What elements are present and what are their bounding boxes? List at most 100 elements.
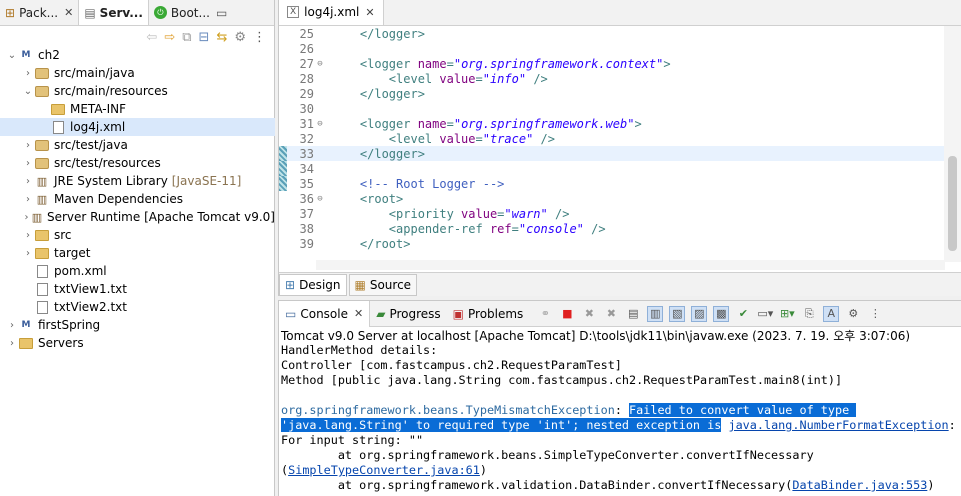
collapsed-arrow-icon[interactable]: › xyxy=(22,248,34,259)
link-editor-icon[interactable]: ⇆ xyxy=(216,30,227,45)
exception-link[interactable]: org.springframework.beans.TypeMismatchEx… xyxy=(281,403,615,417)
view-menu-icon[interactable]: ⋮ xyxy=(253,30,266,45)
console-line: Method [public java.lang.String com.fast… xyxy=(281,373,961,388)
close-icon[interactable]: ✕ xyxy=(354,307,363,320)
scroll-lock-icon[interactable]: ▥ xyxy=(647,305,664,322)
collapsed-arrow-icon[interactable]: › xyxy=(22,140,34,151)
code-token: <!-- Root Logger --> xyxy=(331,176,505,191)
code-line[interactable]: 33 </logger> xyxy=(279,146,961,161)
selected-text: Failed to convert value of type xyxy=(629,403,857,417)
tab-source[interactable]: ▦ Source xyxy=(348,273,418,296)
scroll-thumb[interactable] xyxy=(948,156,957,251)
tree-item-icon xyxy=(34,228,50,242)
tab-progress[interactable]: ▰ Progress xyxy=(370,301,446,327)
code-line[interactable]: 25 </logger> xyxy=(279,26,961,41)
collapsed-arrow-icon[interactable]: › xyxy=(22,68,34,79)
expanded-arrow-icon[interactable]: ⌄ xyxy=(22,86,34,97)
forward-icon[interactable]: ⇨ xyxy=(164,30,175,45)
editor-tab-log4j[interactable]: X log4j.xml ✕ xyxy=(279,0,384,25)
expanded-arrow-icon[interactable]: ⌄ xyxy=(6,50,18,61)
tab-design[interactable]: ⊞ Design xyxy=(279,273,347,296)
disconnect-icon[interactable]: ⚭ xyxy=(537,306,553,322)
show-on-output-icon[interactable]: ▨ xyxy=(691,305,708,322)
code-line[interactable]: 31 ⊖ <logger name="org.springframework.we… xyxy=(279,116,961,131)
up-icon[interactable]: ⧉ xyxy=(182,30,191,45)
code-line[interactable]: 37 <priority value="warn" /> xyxy=(279,206,961,221)
collapse-all-icon[interactable]: ⊟ xyxy=(199,30,210,45)
tree-item[interactable]: › src xyxy=(0,226,275,244)
collapsed-arrow-icon[interactable]: › xyxy=(6,320,18,331)
view-menu-icon[interactable]: ⋮ xyxy=(867,306,883,322)
tree-item[interactable]: log4j.xml xyxy=(0,118,275,136)
close-icon[interactable]: ✕ xyxy=(365,6,374,19)
copy-icon[interactable]: ⎘ xyxy=(801,306,817,322)
tree-item[interactable]: › target xyxy=(0,244,275,262)
tree-item[interactable]: › src/main/java xyxy=(0,64,275,82)
new-console-icon[interactable]: ⊞▾ xyxy=(779,306,795,322)
settings-icon[interactable]: ⚙ xyxy=(845,306,861,322)
code-line[interactable]: 36 ⊖ <root> xyxy=(279,191,961,206)
clear-console-icon[interactable]: ▤ xyxy=(625,306,641,322)
code-line[interactable]: 27 ⊖ <logger name="org.springframework.co… xyxy=(279,56,961,71)
collapsed-arrow-icon[interactable]: › xyxy=(6,338,18,349)
remove-all-icon[interactable]: ✖ xyxy=(603,306,619,322)
code-line[interactable]: 28 <level value="info" /> xyxy=(279,71,961,86)
close-icon[interactable]: ✕ xyxy=(64,6,73,19)
tree-item[interactable]: META-INF xyxy=(0,100,275,118)
tree-item[interactable]: txtView2.txt xyxy=(0,298,275,316)
tree-item[interactable]: › ▥ Server Runtime [Apache Tomcat v9.0] xyxy=(0,208,275,226)
show-on-error-icon[interactable]: ▩ xyxy=(713,305,730,322)
stack-link[interactable]: java.lang.NumberFormatException xyxy=(728,418,948,432)
collapsed-arrow-icon[interactable]: › xyxy=(22,230,34,241)
tree-item[interactable]: › src/test/java xyxy=(0,136,275,154)
collapsed-arrow-icon[interactable]: › xyxy=(22,158,34,169)
tree-item[interactable]: › MfirstSpring xyxy=(0,316,275,334)
collapsed-arrow-icon[interactable]: › xyxy=(22,176,34,187)
tab-servers[interactable]: ▤ Serv... xyxy=(78,0,149,25)
project-explorer-panel: ⊞ Pack... ✕ ▤ Serv... ⏻ Boot... ▭ ⇦ ⇨ ⧉ … xyxy=(0,0,275,496)
code-area[interactable]: 25 </logger> 26 27 ⊖ <logger name="org.spri… xyxy=(279,26,961,262)
tab-package-explorer[interactable]: ⊞ Pack... ✕ xyxy=(0,0,78,25)
tab-problems[interactable]: ▣ Problems xyxy=(447,301,530,327)
word-wrap-icon[interactable]: ▧ xyxy=(669,305,686,322)
terminate-icon[interactable]: ■ xyxy=(559,306,575,322)
horizontal-scrollbar[interactable] xyxy=(316,260,945,270)
code-text: <root> xyxy=(325,192,403,206)
back-icon[interactable]: ⇦ xyxy=(146,30,157,45)
code-line[interactable]: 38 <appender-ref ref="console" /> xyxy=(279,221,961,236)
link-icon[interactable]: A xyxy=(823,305,840,322)
code-line[interactable]: 34 xyxy=(279,161,961,176)
tree-item[interactable]: ⌄ src/main/resources xyxy=(0,82,275,100)
tree-item[interactable]: › ▥ JRE System Library [JavaSE-11] xyxy=(0,172,275,190)
tab-boot-dashboard[interactable]: ⏻ Boot... ▭ xyxy=(149,0,232,25)
stack-link[interactable]: DataBinder.java:553 xyxy=(792,478,927,492)
display-console-icon[interactable]: ▭▾ xyxy=(757,306,773,322)
tree-item[interactable]: › Servers xyxy=(0,334,275,352)
fold-icon[interactable]: ⊖ xyxy=(315,59,325,69)
remove-launch-icon[interactable]: ✖ xyxy=(581,306,597,322)
code-line[interactable]: 39 </root> xyxy=(279,236,961,251)
collapsed-arrow-icon[interactable]: › xyxy=(22,212,31,223)
tab-console[interactable]: ▭ Console ✕ xyxy=(279,300,371,327)
code-line[interactable]: 29 </logger> xyxy=(279,86,961,101)
fold-icon[interactable]: ⊖ xyxy=(315,194,325,204)
code-line[interactable]: 26 xyxy=(279,41,961,56)
stack-link[interactable]: SimpleTypeConverter.java:61 xyxy=(288,463,480,477)
code-line[interactable]: 32 <level value="trace" /> xyxy=(279,131,961,146)
tree-item[interactable]: pom.xml xyxy=(0,262,275,280)
minimize-icon[interactable]: ▭ xyxy=(216,6,227,20)
tree-item[interactable]: › ▥ Maven Dependencies xyxy=(0,190,275,208)
code-token: </logger> xyxy=(331,86,425,101)
code-line[interactable]: 35 <!-- Root Logger --> xyxy=(279,176,961,191)
console-tabs: ▭ Console ✕ ▰ Progress ▣ Problems ⚭ ■ ✖ … xyxy=(279,300,961,327)
tree-item[interactable]: ⌄ Mch2 xyxy=(0,46,275,64)
vertical-scrollbar[interactable] xyxy=(944,26,961,262)
code-line[interactable]: 30 xyxy=(279,101,961,116)
collapsed-arrow-icon[interactable]: › xyxy=(22,194,34,205)
fold-icon[interactable]: ⊖ xyxy=(315,119,325,129)
tree-item[interactable]: › src/test/resources xyxy=(0,154,275,172)
tree-item[interactable]: txtView1.txt xyxy=(0,280,275,298)
console-output[interactable]: HandlerMethod details: Controller [com.f… xyxy=(279,343,961,493)
filter-icon[interactable]: ⚙ xyxy=(234,30,246,45)
pin-console-icon[interactable]: ✔ xyxy=(735,306,751,322)
